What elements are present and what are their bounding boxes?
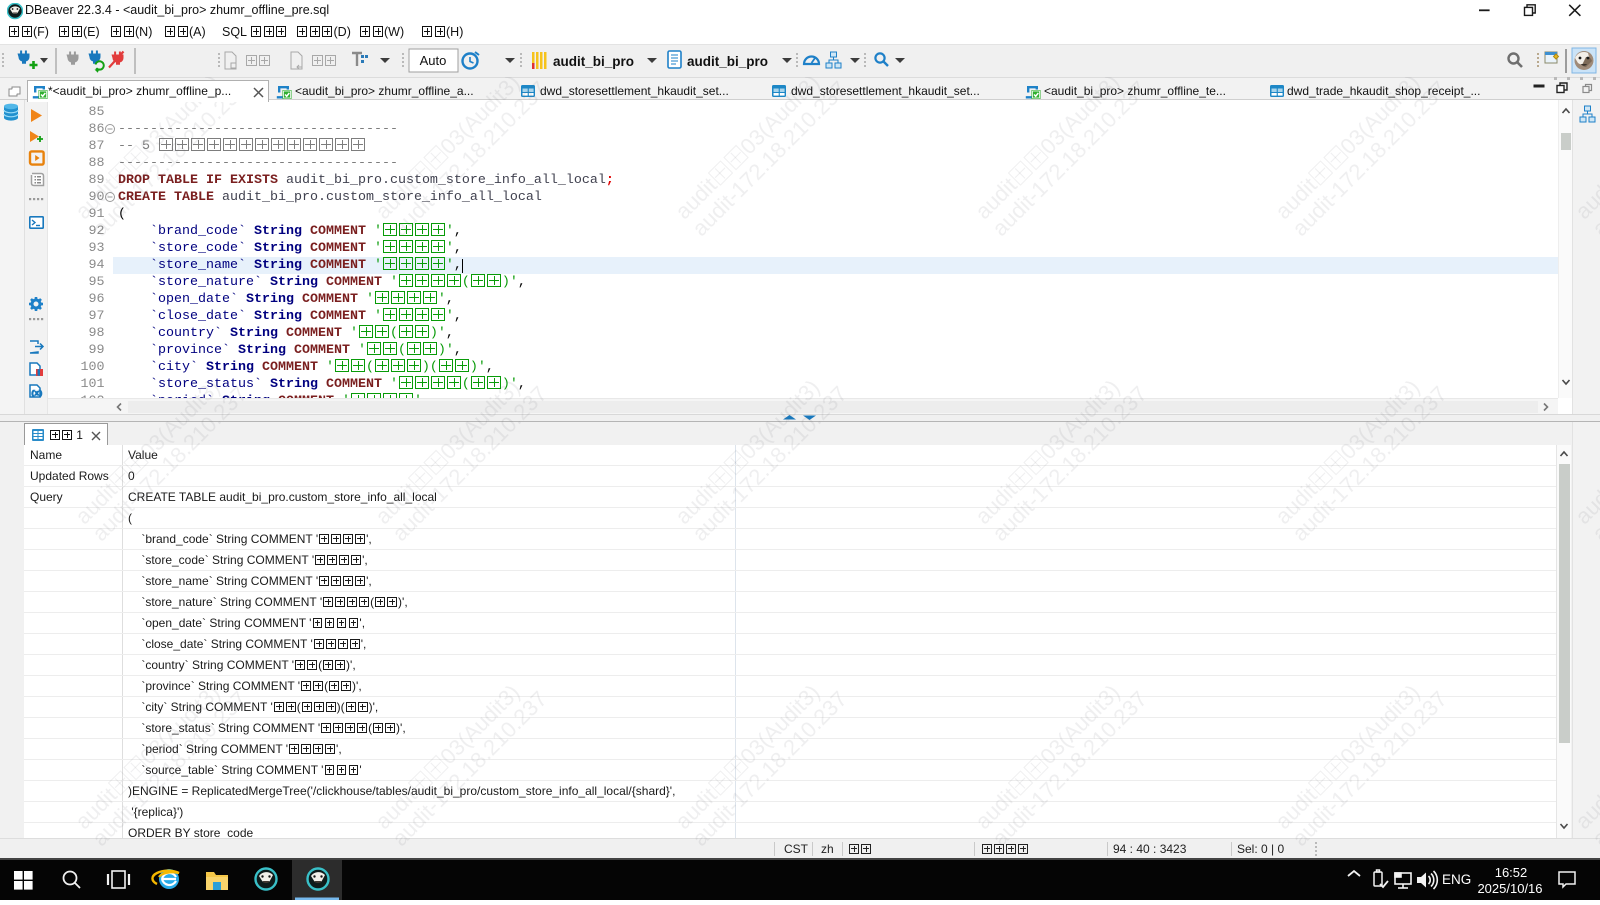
- svg-text:audit_bi_pro: audit_bi_pro: [553, 54, 634, 69]
- svg-text:audit_bi_pro: audit_bi_pro: [687, 54, 768, 69]
- svg-text:16:52: 16:52: [1495, 865, 1528, 880]
- svg-text:(x): (x): [31, 390, 43, 397]
- svg-text:!: !: [38, 370, 40, 377]
- svg-text:ENG: ENG: [1442, 872, 1471, 887]
- svg-text:2025/10/16: 2025/10/16: [1477, 881, 1542, 896]
- svg-text:Auto: Auto: [420, 53, 447, 68]
